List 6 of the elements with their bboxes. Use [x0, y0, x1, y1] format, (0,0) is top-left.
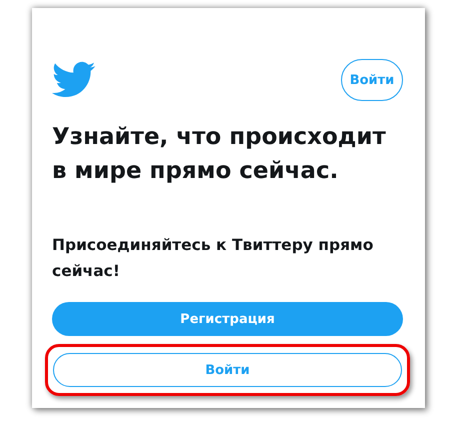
- headline: Узнайте, что происходит в мире прямо сейчас.: [52, 123, 387, 186]
- signup-button[interactable]: Регистрация: [52, 302, 403, 336]
- login-button[interactable]: Войти: [341, 59, 403, 101]
- subtitle: Присоединяйтесь к Твиттеру прямо сейчас!: [52, 235, 374, 282]
- login-button[interactable]: Войти: [53, 353, 402, 387]
- bird-icon: [52, 61, 96, 99]
